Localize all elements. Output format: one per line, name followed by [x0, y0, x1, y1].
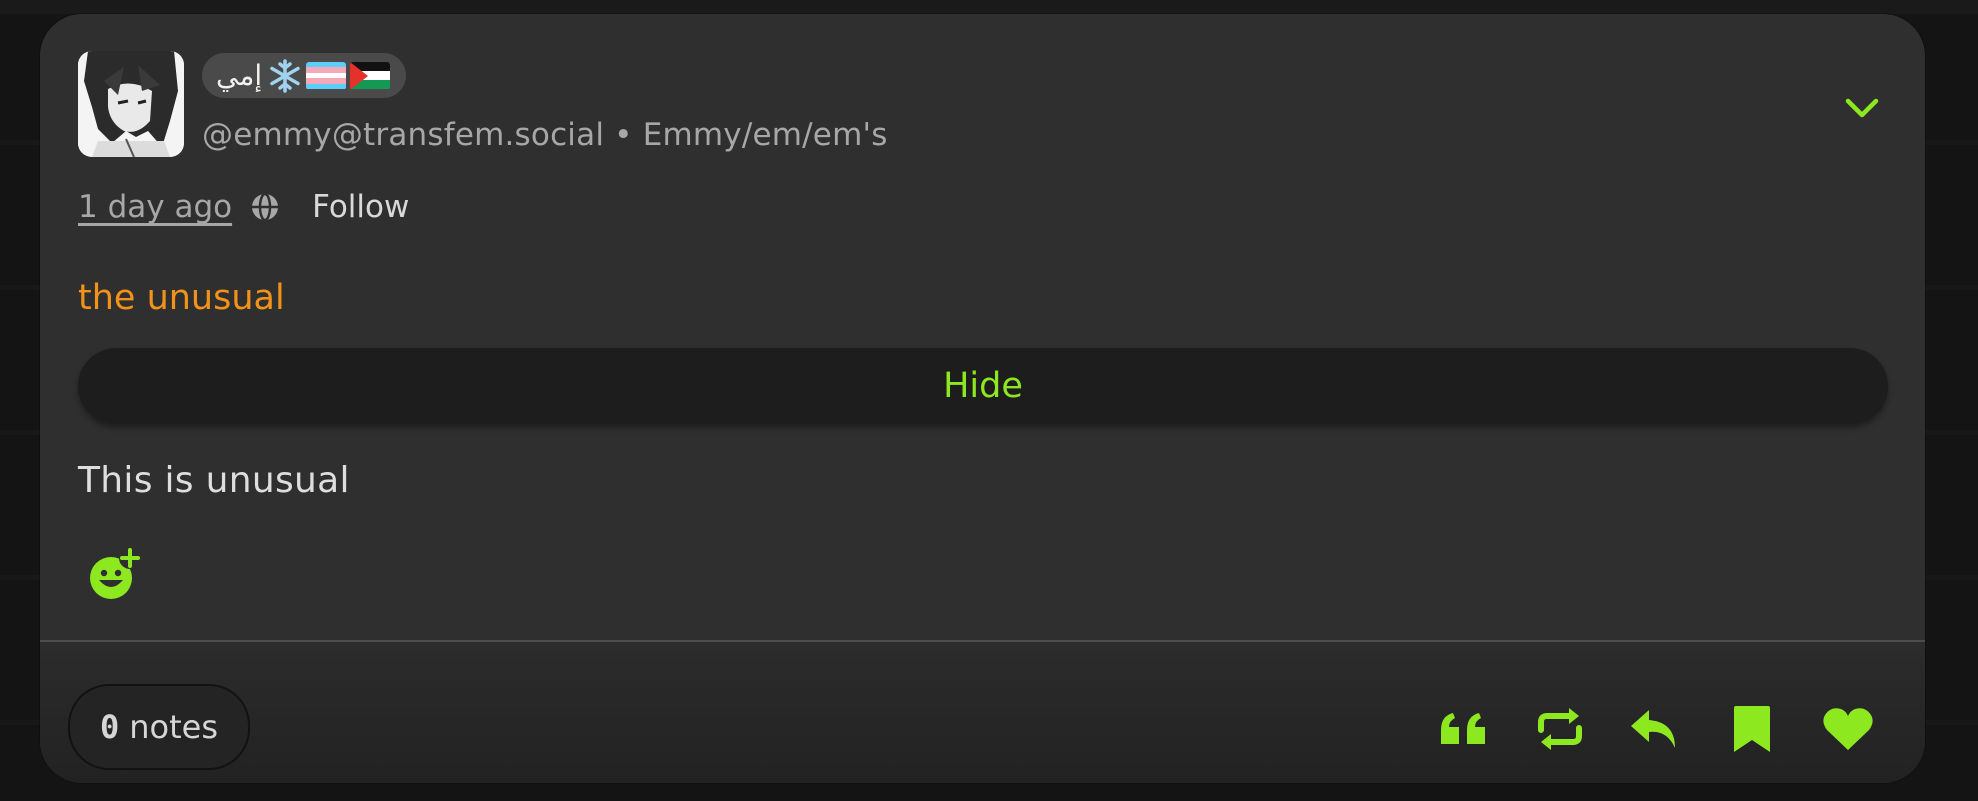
- avatar[interactable]: [78, 51, 184, 157]
- notes-count: 0: [100, 708, 120, 746]
- quote-icon[interactable]: [1435, 700, 1493, 758]
- notes-label: notes: [129, 708, 219, 746]
- boost-icon[interactable]: [1531, 700, 1589, 758]
- display-name: إمي: [216, 59, 263, 92]
- globe-icon: [252, 192, 279, 222]
- snowflake-emoji: [270, 58, 300, 93]
- post-timestamp[interactable]: 1 day ago: [78, 189, 232, 225]
- follow-button[interactable]: Follow: [312, 189, 409, 225]
- palestine-flag-emoji: [350, 61, 391, 90]
- bookmark-icon[interactable]: [1723, 700, 1781, 758]
- like-icon[interactable]: [1819, 700, 1877, 758]
- notes-button[interactable]: 0 notes: [68, 684, 251, 770]
- post-footer: 0 notes: [40, 642, 1925, 783]
- post-actions: [1435, 700, 1877, 758]
- account-handle[interactable]: @emmy@transfem.social • Emmy/em/em's: [202, 117, 888, 153]
- post-meta: 1 day ago Follow: [78, 184, 409, 230]
- chevron-down-icon[interactable]: [1840, 86, 1884, 130]
- add-reaction-icon[interactable]: [88, 547, 142, 601]
- hide-button[interactable]: Hide: [78, 348, 1888, 424]
- post-card: إمي @emmy@transfem.social • Emmy/em/em's…: [40, 14, 1925, 783]
- post-body: This is unusual: [78, 460, 350, 501]
- display-name-pill[interactable]: إمي: [202, 53, 407, 98]
- trans-flag-emoji: [306, 61, 347, 90]
- reply-icon[interactable]: [1627, 700, 1685, 758]
- content-warning: the unusual: [78, 278, 285, 318]
